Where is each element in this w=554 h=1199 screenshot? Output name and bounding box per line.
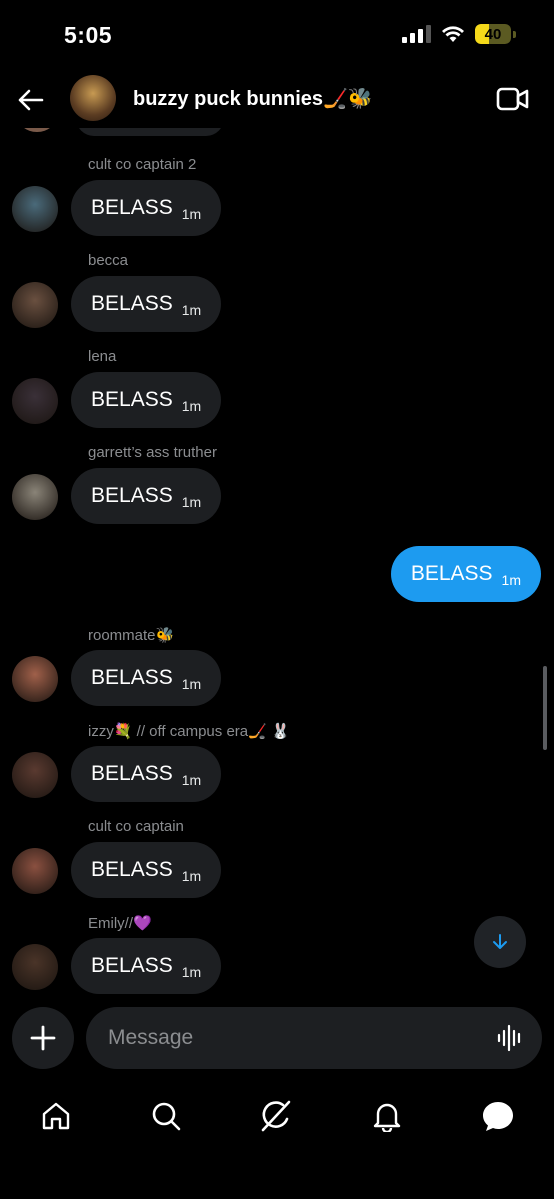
voice-message-icon[interactable] <box>496 1024 524 1052</box>
messages-icon <box>483 1102 513 1131</box>
nav-notifications[interactable] <box>369 1098 405 1134</box>
sender-name[interactable]: roommate🐝 <box>88 626 174 644</box>
battery-tip <box>513 30 516 38</box>
message-timestamp: 1m <box>181 868 202 884</box>
battery-icon: 40 <box>475 24 511 44</box>
nav-search[interactable] <box>148 1098 184 1134</box>
avatar[interactable] <box>12 186 58 232</box>
message-text: BELASS <box>91 858 173 881</box>
message-timestamp: 1m <box>181 494 202 510</box>
message-bubble[interactable]: BELASS 1m <box>71 372 222 428</box>
video-camera-icon <box>496 87 529 111</box>
message-timestamp: 1m <box>181 964 202 980</box>
avatar[interactable] <box>12 752 58 798</box>
message-bubble[interactable]: BELASS 1m <box>71 180 222 236</box>
cellular-signal-icon <box>402 25 431 43</box>
message-text: BELASS <box>91 292 173 315</box>
message-bubble[interactable]: BELASS 1m <box>71 746 222 802</box>
message-text: BELASS <box>91 762 173 785</box>
message-bubble[interactable]: BELASS 1m <box>71 938 222 994</box>
notifications-icon <box>373 1103 401 1132</box>
avatar[interactable] <box>12 656 58 702</box>
scrollbar[interactable] <box>543 666 547 750</box>
nav-messages[interactable] <box>480 1098 516 1134</box>
message-timestamp: 1m <box>181 676 202 692</box>
sender-name[interactable]: Emily//💜 <box>88 914 152 932</box>
message-bubble[interactable]: BELASS 1m <box>71 842 222 898</box>
nav-grok[interactable] <box>258 1098 294 1134</box>
back-arrow-icon <box>18 89 44 111</box>
message-bubble[interactable]: BELASS 1m <box>71 468 222 524</box>
avatar[interactable] <box>12 282 58 328</box>
status-bar: 5:05 40 <box>0 0 554 72</box>
group-avatar[interactable] <box>70 75 116 121</box>
sender-name[interactable]: lena <box>88 348 116 365</box>
wifi-icon <box>442 26 464 42</box>
avatar[interactable] <box>12 944 58 990</box>
avatar[interactable] <box>12 474 58 520</box>
message-timestamp: 1m <box>181 206 202 222</box>
bottom-navigation <box>0 1088 554 1148</box>
message-text: BELASS <box>410 562 493 585</box>
scroll-to-bottom-button[interactable] <box>474 916 526 968</box>
message-timestamp: 1m <box>181 772 202 788</box>
sender-name[interactable]: garrett’s ass truther <box>88 444 217 461</box>
arrow-down-icon <box>493 934 507 949</box>
message-input[interactable] <box>86 1007 542 1069</box>
avatar[interactable] <box>17 128 57 132</box>
sender-name[interactable]: izzy💐 // off campus era🏒 🐰 <box>88 722 290 740</box>
message-timestamp: 1m <box>181 302 202 318</box>
sender-name[interactable]: cult co captain <box>88 818 184 835</box>
home-icon <box>42 1102 70 1130</box>
message-bubble[interactable]: BELASS 1m <box>390 546 541 602</box>
add-attachment-button[interactable] <box>12 1007 74 1069</box>
message-text: BELASS <box>91 954 173 977</box>
composer <box>0 1004 554 1074</box>
message-text: BELASS <box>91 196 173 219</box>
message-text: BELASS <box>91 666 173 689</box>
message-bubble[interactable]: BELASS 1m <box>71 650 222 706</box>
plus-icon <box>30 1025 56 1051</box>
grok-icon <box>261 1100 291 1132</box>
message-text: BELASS <box>91 484 173 507</box>
message-list[interactable]: cult co captain 2 BELASS 1m becca BELASS 1m le… <box>0 128 554 998</box>
avatar[interactable] <box>12 378 58 424</box>
avatar[interactable] <box>12 848 58 894</box>
status-indicators: 40 <box>402 24 516 44</box>
back-button[interactable] <box>14 84 46 116</box>
sender-name[interactable]: cult co captain 2 <box>88 156 196 173</box>
status-time: 5:05 <box>64 22 113 48</box>
message-bubble[interactable] <box>76 128 224 136</box>
conversation-header: buzzy puck bunnies🏒🐝 <box>0 72 554 128</box>
conversation-title[interactable]: buzzy puck bunnies🏒🐝 <box>133 86 373 111</box>
message-timestamp: 1m <box>501 572 521 588</box>
message-text: BELASS <box>91 388 173 411</box>
message-timestamp: 1m <box>181 398 202 414</box>
battery-percent: 40 <box>484 25 502 43</box>
nav-home[interactable] <box>38 1098 74 1134</box>
video-call-button[interactable] <box>496 86 530 112</box>
message-bubble[interactable]: BELASS 1m <box>71 276 222 332</box>
sender-name[interactable]: becca <box>88 252 128 269</box>
search-icon <box>152 1102 181 1131</box>
